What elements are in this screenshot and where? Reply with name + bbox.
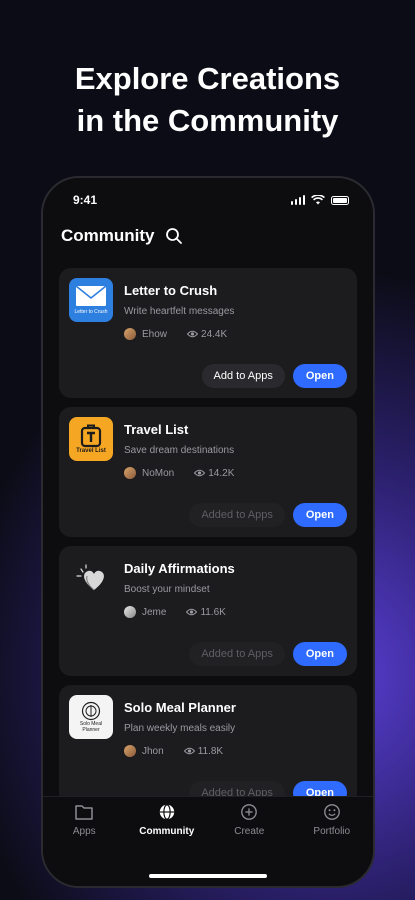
- avatar: [124, 606, 136, 618]
- tab-label: Create: [234, 826, 265, 837]
- open-button[interactable]: Open: [292, 364, 347, 388]
- open-button[interactable]: Open: [292, 503, 347, 527]
- card-actions: Add to Apps Open: [201, 364, 347, 388]
- app-card[interactable]: Daily Affirmations Boost your mindset Je…: [59, 546, 357, 676]
- app-icon-caption: Solo Meal Planner: [79, 721, 103, 733]
- tab-portfolio[interactable]: Portfolio: [297, 803, 367, 886]
- phone-frame: 9:41 Community Letter to Crush Letter to…: [41, 176, 375, 888]
- eye-icon: [183, 747, 195, 755]
- search-icon[interactable]: [165, 227, 183, 245]
- tab-label: Community: [139, 826, 195, 837]
- smiley-icon: [323, 804, 340, 820]
- suitcase-icon: [80, 424, 102, 448]
- views: 14.2K: [194, 468, 234, 479]
- avatar: [124, 467, 136, 479]
- view-count: 11.8K: [197, 745, 224, 757]
- affirmations-app-icon: [69, 556, 113, 600]
- envelope-icon: [75, 285, 107, 306]
- headline-line-2: in the Community: [76, 103, 339, 138]
- view-count: 24.4K: [201, 328, 228, 340]
- tab-label: Apps: [72, 826, 96, 837]
- app-description: Plan weekly meals easily: [124, 723, 236, 734]
- travel-app-icon: Travel List: [69, 417, 113, 461]
- eye-icon: [187, 330, 199, 338]
- app-title: Solo Meal Planner: [124, 700, 236, 715]
- app-description: Write heartfelt messages: [124, 306, 235, 317]
- app-list: Letter to Crush Letter to Crush Write he…: [59, 268, 357, 824]
- view-count: 11.6K: [200, 606, 226, 618]
- views: 11.8K: [183, 745, 224, 757]
- eye-icon: [186, 608, 198, 616]
- open-button[interactable]: Open: [292, 642, 347, 666]
- views: 11.6K: [186, 606, 226, 618]
- folder-icon: [75, 805, 93, 820]
- heart-sparkle-icon: [76, 564, 104, 591]
- plate-icon: [81, 701, 101, 721]
- app-icon-caption: Letter to Crush: [74, 309, 108, 315]
- page-title: Community: [61, 226, 155, 245]
- app-meta: Ehow 24.4K: [124, 328, 227, 340]
- globe-icon: [159, 804, 174, 820]
- tab-label: Portfolio: [313, 826, 351, 837]
- app-meta: Jhon 11.8K: [124, 745, 223, 757]
- author-name: Ehow: [142, 328, 168, 340]
- add-to-apps-button[interactable]: Add to Apps: [201, 364, 285, 388]
- wifi-icon: [311, 195, 325, 205]
- tab-bar: Apps Community Create Portfolio: [43, 796, 373, 886]
- app-title: Daily Affirmations: [124, 561, 235, 576]
- author-name: NoMon: [142, 467, 175, 479]
- eye-icon: [194, 469, 206, 477]
- app-title: Travel List: [124, 422, 189, 437]
- add-icon: [241, 804, 258, 820]
- card-actions: Added to Apps Open: [189, 503, 347, 527]
- letter-app-icon: Letter to Crush: [69, 278, 113, 322]
- status-time: 9:41: [73, 193, 98, 207]
- avatar: [124, 328, 136, 340]
- author-name: Jeme: [142, 606, 167, 618]
- battery-icon: [331, 195, 349, 205]
- meal-planner-app-icon: Solo Meal Planner: [69, 695, 113, 739]
- status-bar: 9:41: [73, 192, 349, 208]
- card-actions: Added to Apps Open: [189, 642, 347, 666]
- marketing-headline: Explore Creations in the Community: [0, 58, 415, 142]
- app-card[interactable]: Travel List Travel List Save dream desti…: [59, 407, 357, 537]
- app-meta: NoMon 14.2K: [124, 467, 234, 479]
- added-to-apps-button[interactable]: Added to Apps: [189, 642, 285, 666]
- view-count: 14.2K: [208, 467, 235, 479]
- avatar: [124, 745, 136, 757]
- app-description: Save dream destinations: [124, 445, 235, 456]
- added-to-apps-button[interactable]: Added to Apps: [189, 503, 285, 527]
- top-bar: Community: [61, 226, 183, 246]
- app-meta: Jeme 11.6K: [124, 606, 226, 618]
- tab-apps[interactable]: Apps: [49, 803, 119, 886]
- headline-line-1: Explore Creations: [74, 61, 341, 96]
- app-title: Letter to Crush: [124, 283, 218, 298]
- signal-icon: [290, 195, 305, 205]
- app-card[interactable]: Letter to Crush Letter to Crush Write he…: [59, 268, 357, 398]
- author-name: Jhon: [142, 745, 164, 757]
- app-description: Boost your mindset: [124, 584, 210, 595]
- views: 24.4K: [187, 329, 227, 340]
- app-icon-caption: Travel List: [76, 448, 106, 454]
- status-icons: [290, 195, 349, 205]
- home-indicator[interactable]: [149, 874, 267, 878]
